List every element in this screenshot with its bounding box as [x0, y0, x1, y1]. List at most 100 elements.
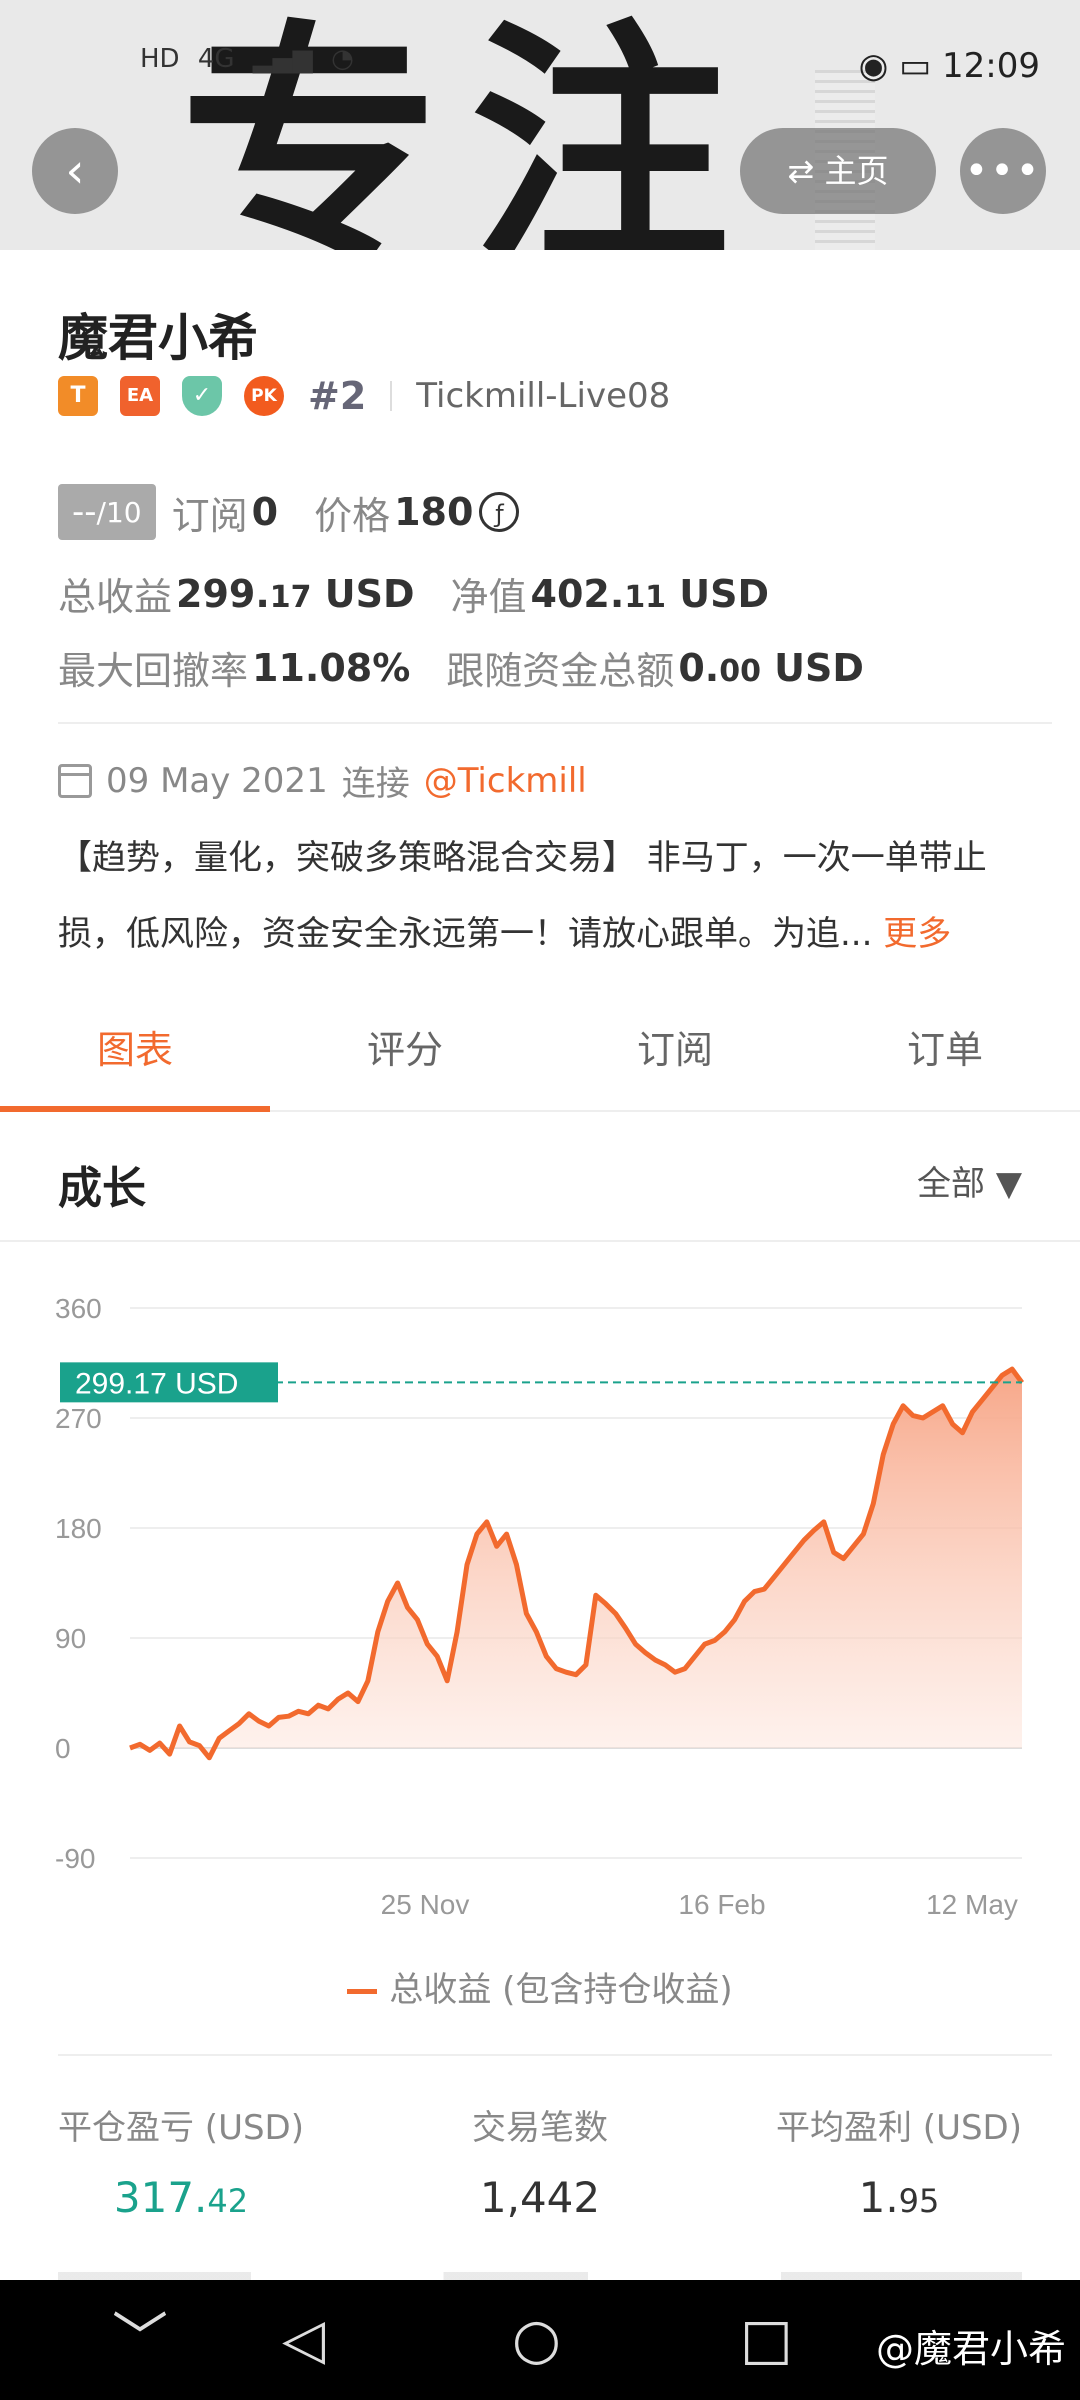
back-button[interactable]: ‹: [32, 128, 118, 214]
stat-value: 317.42: [58, 2173, 304, 2222]
current-value-label: 299.17 USD: [75, 1367, 238, 1400]
stat-value: 1,442: [472, 2173, 608, 2222]
stat-int: 1.: [858, 2173, 899, 2222]
price-value: 180: [394, 490, 474, 534]
shield-check-icon: ✓: [182, 376, 222, 416]
description-text: 【趋势，量化，突破多策略混合交易】 非马丁，一次一单带止损，低风险，资金安全永远…: [58, 838, 987, 954]
total-profit-label: 总收益: [58, 575, 173, 619]
clock: 12:09: [942, 46, 1040, 86]
equity-value: 402.11 USD: [531, 572, 770, 616]
chart-legend: 总收益 (包含持仓收益): [0, 1962, 1080, 2011]
network-indicator: 4G: [197, 44, 235, 74]
stat-avg-profit: 平均盈利 (USD) 1.95: [776, 2100, 1022, 2222]
pk-flame-icon: PK: [244, 376, 284, 416]
y-tick-label: 180: [55, 1513, 102, 1544]
follow-funds-dec: 00: [719, 653, 761, 689]
status-icons: HD 4G ▂▄▆ ◔: [140, 44, 364, 74]
watermark: @魔君小希: [875, 2327, 1066, 2371]
broker-link[interactable]: @Tickmill: [424, 761, 587, 801]
stat-int: 317.: [113, 2173, 208, 2222]
stat-label: 平仓盈亏 (USD): [58, 2108, 304, 2148]
follow-funds-label: 跟随资金总额: [446, 649, 675, 693]
back-nav-icon[interactable]: ◁: [282, 2310, 325, 2370]
y-tick-label: 360: [55, 1293, 102, 1324]
strategy-description: 【趋势，量化，突破多策略混合交易】 非马丁，一次一单带止损，低风险，资金安全永远…: [58, 820, 1048, 972]
section-title: 成长: [58, 1163, 146, 1214]
total-profit-value: 299.17 USD: [176, 572, 415, 616]
tab-chart[interactable]: 图表: [0, 990, 270, 1112]
stat-value: 1.95: [776, 2173, 1022, 2222]
y-tick-label: -90: [55, 1843, 95, 1874]
growth-area: [130, 1369, 1022, 1758]
tab-bar: 图表 评分 订阅 订单: [0, 990, 1080, 1112]
equity-int: 402.: [530, 571, 625, 616]
legend-swatch: [347, 1989, 378, 1994]
rank-label: #2: [308, 374, 367, 418]
more-dots-icon: •••: [964, 148, 1042, 194]
equity-unit: USD: [666, 571, 770, 616]
x-tick-label: 16 Feb: [678, 1889, 765, 1920]
stat-dec: 42: [207, 2182, 249, 2220]
tab-orders[interactable]: 订单: [810, 990, 1080, 1110]
y-tick-label: 270: [55, 1403, 102, 1434]
stat-dec: 95: [898, 2182, 940, 2220]
battery-icon: ▭: [899, 46, 932, 86]
recent-apps-icon[interactable]: □: [740, 2310, 793, 2370]
score-row: -- /10 订阅 0 价格 180 ƒ: [58, 484, 520, 540]
total-profit-int: 299.: [176, 571, 270, 616]
range-filter-dropdown[interactable]: 全部 ▼: [917, 1156, 1022, 1205]
divider: [58, 722, 1052, 724]
x-tick-label: 25 Nov: [381, 1889, 470, 1920]
total-profit-dec: 17: [269, 579, 312, 615]
connection-row: 09 May 2021 连接 @Tickmill: [58, 756, 587, 805]
follow-funds-value: 0.00 USD: [678, 646, 864, 690]
status-right: ◉ ▭ 12:09: [859, 46, 1040, 86]
equity-label: 净值: [450, 575, 527, 619]
drawdown-row: 最大回撤率 11.08% 跟随资金总额 0.00 USD: [58, 640, 864, 695]
badge-row: T EA ✓ PK #2 Tickmill-Live08: [58, 370, 670, 422]
total-profit-unit: USD: [311, 571, 415, 616]
stat-label: 交易笔数: [472, 2108, 608, 2148]
signal-icon: ▂▄▆: [252, 44, 313, 74]
home-button[interactable]: ⇄ 主页: [740, 128, 936, 214]
follow-funds-unit: USD: [760, 645, 864, 690]
stat-closed-pnl: 平仓盈亏 (USD) 317.42: [58, 2100, 304, 2222]
status-bar: HD 4G ▂▄▆ ◔ ◉ ▭ 12:09: [0, 0, 1080, 130]
calendar-icon: [58, 763, 92, 798]
coin-icon: ƒ: [479, 492, 520, 532]
y-tick-label: 0: [55, 1733, 71, 1764]
y-tick-label: 90: [55, 1623, 86, 1654]
more-link[interactable]: 更多: [883, 914, 951, 954]
score-value: --: [72, 492, 97, 532]
account-label: Tickmill-Live08: [416, 376, 671, 416]
connect-label: 连接: [341, 764, 410, 804]
follow-funds-int: 0.: [678, 645, 720, 690]
hd-indicator: HD: [140, 44, 180, 74]
price-label: 价格: [314, 493, 391, 538]
more-button[interactable]: •••: [960, 128, 1046, 214]
subscribe-label: 订阅: [171, 493, 248, 538]
score-badge: -- /10: [58, 484, 156, 540]
divider: [390, 381, 393, 411]
stat-int: 1,442: [479, 2173, 601, 2222]
collapse-icon[interactable]: ﹀: [112, 2310, 168, 2370]
t-badge-icon: T: [58, 376, 98, 416]
trader-name: 魔君小希: [58, 309, 258, 367]
max-drawdown-value: 11.08%: [252, 645, 411, 690]
chevron-left-icon: ‹: [65, 143, 85, 199]
tab-subscription[interactable]: 订阅: [540, 990, 810, 1110]
stat-trade-count: 交易笔数 1,442: [472, 2100, 608, 2222]
max-drawdown-label: 最大回撤率: [58, 649, 249, 693]
growth-chart: 360 270 180 90 0 -90 25 Nov 16 Feb 12 May 299.17…: [55, 1293, 1025, 1920]
home-nav-icon[interactable]: ○: [512, 2310, 561, 2370]
legend-label: 总收益 (包含持仓收益): [389, 1970, 733, 2010]
x-tick-label: 12 May: [926, 1889, 1018, 1920]
divider: [58, 2054, 1052, 2056]
tab-rating[interactable]: 评分: [270, 990, 540, 1110]
profit-row: 总收益 299.17 USD 净值 402.11 USD: [58, 566, 769, 621]
score-max: /10: [96, 495, 142, 529]
system-nav-bar: ﹀ ◁ ○ □ @魔君小希: [0, 2280, 1080, 2400]
connect-date: 09 May 2021: [106, 760, 328, 801]
ea-badge-icon: EA: [120, 376, 160, 416]
stat-label: 平均盈利 (USD): [776, 2108, 1022, 2148]
